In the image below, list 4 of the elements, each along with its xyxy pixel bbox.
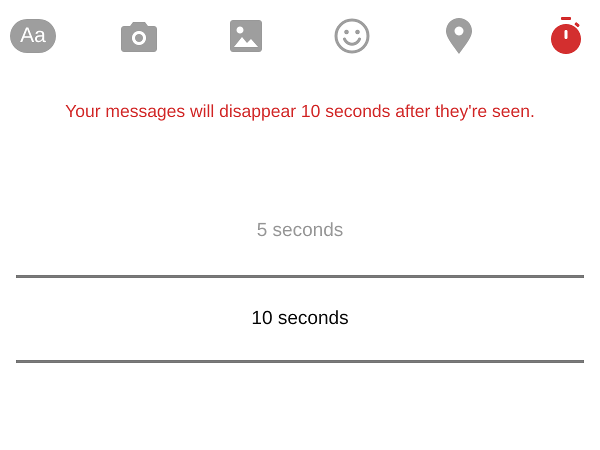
duration-option[interactable]: 10 seconds: [251, 305, 349, 334]
disappear-notice: Your messages will disappear 10 seconds after they're seen.: [64, 100, 536, 123]
text-style-button[interactable]: Aa: [10, 19, 56, 53]
duration-option[interactable]: 5 seconds: [256, 217, 344, 246]
